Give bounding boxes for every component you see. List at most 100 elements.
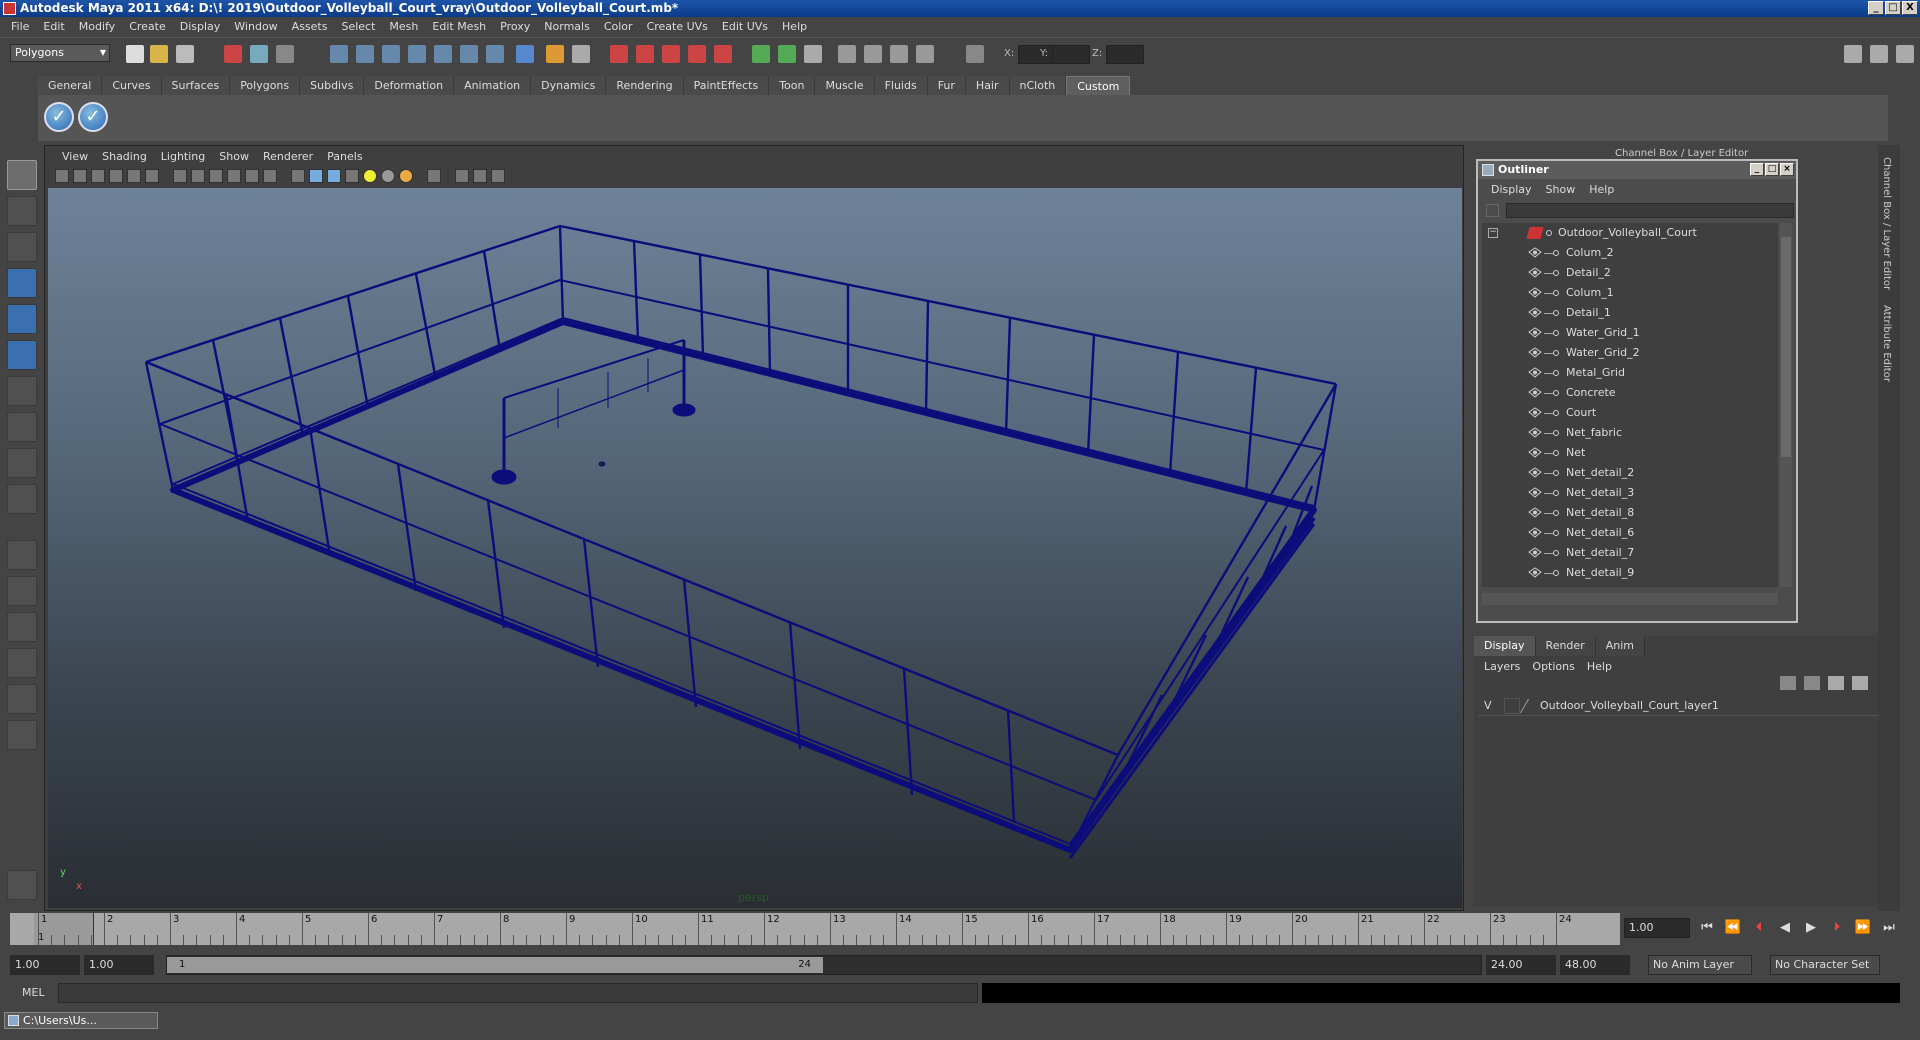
shelf-tab-subdivs[interactable]: Subdivs — [300, 76, 365, 95]
move-layer-up-icon[interactable] — [1780, 676, 1796, 690]
default-lighting-icon[interactable] — [363, 169, 377, 183]
select-object-icon[interactable] — [250, 45, 268, 63]
channel-box-side-tab[interactable]: Channel Box / Layer Editor — [1881, 157, 1892, 290]
outliner-item[interactable]: Metal_Grid — [1482, 363, 1778, 383]
outliner-item[interactable]: Detail_1 — [1482, 303, 1778, 323]
outliner-item[interactable]: Court — [1482, 403, 1778, 423]
snap-curve-icon[interactable] — [356, 45, 374, 63]
vp-menu-panels[interactable]: Panels — [320, 149, 369, 165]
filter-icon[interactable] — [1486, 204, 1499, 217]
select-tool-icon[interactable] — [7, 160, 37, 190]
shelf-tab-muscle[interactable]: Muscle — [815, 76, 875, 95]
ipr-render-icon[interactable] — [636, 45, 654, 63]
soft-modification-icon[interactable] — [7, 412, 37, 442]
layer-color-swatch[interactable] — [1519, 699, 1541, 713]
outliner-item[interactable]: Net_detail_2 — [1482, 463, 1778, 483]
hypershade-icon[interactable] — [688, 45, 706, 63]
outliner-item[interactable]: Detail_2 — [1482, 263, 1778, 283]
shelf-tab-general[interactable]: General — [38, 76, 103, 95]
shelf-tab-fluids[interactable]: Fluids — [874, 76, 928, 95]
go-to-end-icon[interactable]: ⏭ — [1880, 918, 1898, 938]
paint-weights-icon[interactable] — [7, 870, 37, 900]
collapse-icon[interactable]: − — [1488, 228, 1498, 238]
outliner-filter-input[interactable] — [1506, 203, 1794, 218]
snap-grid-icon[interactable] — [330, 45, 348, 63]
lasso-tool-icon[interactable] — [7, 196, 37, 226]
shelf-tab-custom[interactable]: Custom — [1066, 76, 1131, 95]
toggle-channel-box-icon[interactable] — [1896, 45, 1914, 63]
help-icon[interactable] — [516, 45, 534, 63]
scale-tool-icon[interactable] — [7, 340, 37, 370]
field-chart-icon[interactable] — [209, 169, 223, 183]
outliner-maximize-button[interactable]: □ — [1765, 163, 1779, 176]
select-component-icon[interactable] — [276, 45, 294, 63]
sidebar-toggle-icon[interactable] — [778, 45, 796, 63]
layer-tab-display[interactable]: Display — [1474, 636, 1536, 656]
shelf-tab-deformation[interactable]: Deformation — [364, 76, 455, 95]
camera-select-icon[interactable] — [55, 169, 69, 183]
outliner-item[interactable]: Water_Grid_1 — [1482, 323, 1778, 343]
construction-history-icon[interactable] — [572, 45, 590, 63]
outliner-item[interactable]: Net_detail_7 — [1482, 543, 1778, 563]
menu-set-dropdown[interactable]: Polygons — [10, 44, 110, 62]
wireframe-on-shaded-icon[interactable] — [327, 169, 341, 183]
outliner-persp-layout-icon[interactable] — [7, 612, 37, 642]
render-view-icon[interactable] — [714, 45, 732, 63]
layer-menu-layers[interactable]: Layers — [1478, 658, 1526, 676]
resolution-gate-icon[interactable] — [173, 169, 187, 183]
playback-start-field[interactable]: 1.00 — [84, 955, 154, 975]
menu-select[interactable]: Select — [334, 20, 382, 33]
select-hierarchy-icon[interactable] — [224, 45, 242, 63]
render-settings-icon[interactable] — [662, 45, 680, 63]
isolate-select-icon[interactable] — [427, 169, 441, 183]
snap-point-icon[interactable] — [382, 45, 400, 63]
pivot-icon[interactable] — [864, 45, 882, 63]
rotate-tool-icon[interactable] — [7, 304, 37, 334]
shelf-tab-surfaces[interactable]: Surfaces — [161, 76, 231, 95]
shelf-tab-fur[interactable]: Fur — [927, 76, 966, 95]
outliner-item[interactable]: Net_detail_9 — [1482, 563, 1778, 583]
end-time-field[interactable]: 48.00 — [1560, 955, 1630, 975]
align-icon[interactable] — [916, 45, 934, 63]
paint-select-tool-icon[interactable] — [7, 232, 37, 262]
menu-modify[interactable]: Modify — [72, 20, 122, 33]
outliner-vertical-scrollbar[interactable] — [1780, 223, 1792, 587]
menu-display[interactable]: Display — [173, 20, 228, 33]
shelf-tab-dynamics[interactable]: Dynamics — [531, 76, 607, 95]
image-plane-icon[interactable] — [109, 169, 123, 183]
universal-manipulator-icon[interactable] — [7, 376, 37, 406]
layer-name[interactable]: Outdoor_Volleyball_Court_layer1 — [1540, 696, 1719, 716]
command-input[interactable] — [58, 983, 978, 1003]
layer-menu-options[interactable]: Options — [1526, 658, 1580, 676]
camera-attributes-icon[interactable] — [73, 169, 87, 183]
checkmark-icon[interactable]: ✓ — [44, 102, 74, 132]
outliner-item[interactable]: Colum_2 — [1482, 243, 1778, 263]
shelf-tab-polygons[interactable]: Polygons — [230, 76, 301, 95]
layer-tab-render[interactable]: Render — [1536, 636, 1596, 656]
shadows-icon[interactable] — [399, 169, 413, 183]
hypershade-layout-icon[interactable] — [7, 684, 37, 714]
menu-create-uvs[interactable]: Create UVs — [640, 20, 715, 33]
safe-action-icon[interactable] — [227, 169, 241, 183]
outliner-menu-display[interactable]: Display — [1484, 183, 1539, 196]
snap-view-icon[interactable] — [486, 45, 504, 63]
menu-file[interactable]: File — [4, 20, 36, 33]
open-scene-icon[interactable] — [150, 45, 168, 63]
menu-edit[interactable]: Edit — [36, 20, 71, 33]
minimize-button[interactable]: _ — [1868, 1, 1884, 15]
outliner-horizontal-scrollbar[interactable] — [1482, 593, 1778, 605]
menu-create[interactable]: Create — [122, 20, 173, 33]
outliner-menu-help[interactable]: Help — [1582, 183, 1621, 196]
step-back-key-icon[interactable]: ⏪ — [1724, 918, 1742, 938]
z-field[interactable] — [1106, 45, 1144, 64]
new-layer-from-selected-icon[interactable] — [1852, 676, 1868, 690]
outliner-item[interactable]: Concrete — [1482, 383, 1778, 403]
share-icon[interactable] — [491, 169, 505, 183]
render-current-icon[interactable] — [610, 45, 628, 63]
vp-menu-shading[interactable]: Shading — [95, 149, 154, 165]
lock-icon[interactable] — [546, 45, 564, 63]
outliner-item[interactable]: Net_detail_6 — [1482, 523, 1778, 543]
minimized-window[interactable]: C:\Users\Us... — [4, 1012, 158, 1029]
x-field[interactable] — [1018, 45, 1056, 64]
shelf-tab-hair[interactable]: Hair — [965, 76, 1010, 95]
